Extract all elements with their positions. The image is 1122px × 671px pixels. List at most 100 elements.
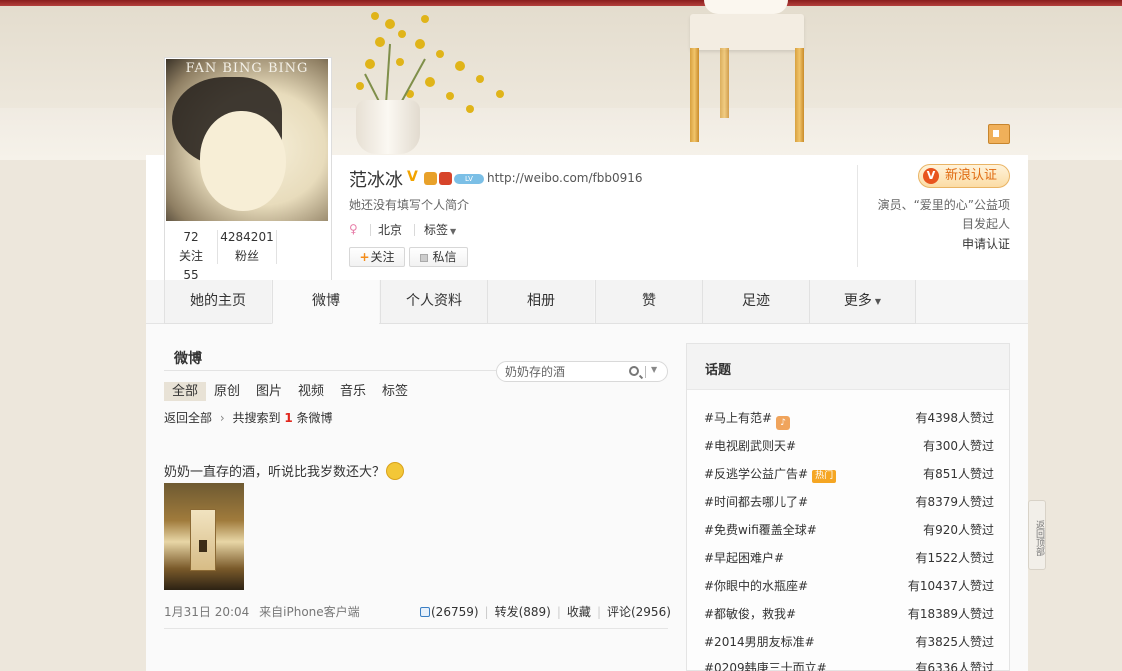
topic-item[interactable]: #免费wifi覆盖全球# 有920人赞过 [704,521,994,541]
topic-item[interactable]: #你眼中的水瓶座# 有10437人赞过 [704,577,994,597]
topic-name[interactable]: #时间都去哪儿了# [704,493,808,510]
topic-item[interactable]: #早起困难户# 有1522人赞过 [704,549,994,569]
search-breadcrumb: 返回全部 › 共搜索到 1 条微博 [164,409,333,426]
topic-item[interactable]: #都敏俊，救我# 有18389人赞过 [704,605,994,625]
topic-name[interactable]: #电视剧武则天# [704,437,796,454]
topic-count: 有3825人赞过 [915,635,994,649]
avatar-text: FAN BING BING [185,61,309,76]
stat-following[interactable]: 72 关注 [166,228,216,266]
member-icon[interactable] [424,172,437,185]
chevron-down-icon: ▼ [450,227,457,236]
topic-count: 有300人赞过 [923,439,994,453]
filter-music[interactable]: 音乐 [340,382,366,401]
repost-button[interactable]: 转发(889) [495,605,551,619]
topic-item[interactable]: #2014男朋友标准# 有3825人赞过 [704,633,994,653]
profile-card-icon[interactable] [988,124,1010,144]
like-button[interactable]: (26759) [420,605,479,619]
plus-icon: + [359,250,370,264]
search-icon[interactable] [629,366,639,376]
apply-verify-link[interactable]: 申请认证 [940,235,1010,252]
profile-url[interactable]: http://weibo.com/fbb0916 [487,171,643,185]
topic-count: 有851人赞过 [923,467,994,481]
post-content: 奶奶一直存的酒，听说比我岁数还大？ [164,465,386,480]
tab-profile-info[interactable]: 个人资料 [380,280,487,324]
post-divider [164,628,668,629]
filter-video[interactable]: 视频 [298,382,324,401]
avatar-face [200,111,286,211]
feed-search[interactable]: 奶奶存的酒 ▼ [496,361,668,382]
stool [690,14,804,50]
stool-leg [690,48,699,142]
verify-desc-line1: 演员、“爱里的心”公益项 [877,198,1010,212]
tab-footprint[interactable]: 足迹 [702,280,809,324]
post-image[interactable] [164,483,244,590]
back-to-all-link[interactable]: 返回全部 [164,411,212,425]
post-time[interactable]: 1月31日 20:04 [164,605,249,619]
tab-home[interactable]: 她的主页 [164,280,271,324]
topic-name[interactable]: #都敏俊，救我# [704,605,796,622]
tab-more[interactable]: 更多 ▼ [809,280,916,324]
search-input[interactable]: 奶奶存的酒 [505,363,565,380]
search-divider [645,366,646,378]
topic-name[interactable]: #你眼中的水瓶座# [704,577,808,594]
chevron-down-icon: ▼ [874,297,882,306]
level-icon[interactable]: LV [454,174,484,184]
topic-item[interactable]: #马上有范# ♪ 有4398人赞过 [704,409,994,430]
result-prefix: 共搜索到 [232,411,281,425]
chevron-down-icon[interactable]: ▼ [651,365,657,374]
tab-album[interactable]: 相册 [487,280,594,324]
comment-button[interactable]: 评论(2956) [607,605,671,619]
back-to-top-button[interactable]: 返回顶部 [1028,500,1046,570]
follow-button-label: 关注 [370,250,395,264]
topic-item[interactable]: #时间都去哪儿了# 有8379人赞过 [704,493,994,513]
topics-header: 话题 [687,344,1009,390]
message-icon [420,254,429,262]
filter-all[interactable]: 全部 [164,382,207,401]
profile-intro: 她还没有填写个人简介 [349,198,470,212]
topic-name[interactable]: #反逃学公益广告# [704,467,808,481]
topic-name[interactable]: #早起困难户# [704,549,784,566]
topic-name[interactable]: #0209韩庚三十而立# [704,659,827,671]
medal-icon[interactable] [439,172,452,185]
topics-panel: 话题 #马上有范# ♪ 有4398人赞过 #电视剧武则天# 有300人赞过 #反逃学公… [686,343,1010,671]
tab-album-label: 相册 [527,293,555,309]
verify-description: 演员、“爱里的心”公益项 目发起人 [860,196,1010,234]
tab-weibo[interactable]: 微博 [272,280,379,324]
follow-button[interactable]: +关注 [349,247,405,267]
result-suffix: 条微博 [296,411,333,425]
topic-name[interactable]: #2014男朋友标准# [704,633,815,650]
tab-likes-label: 赞 [642,293,656,309]
divider [370,224,371,236]
stat-fans-label: 粉丝 [234,249,259,263]
topic-count: 有920人赞过 [923,523,994,537]
topic-item[interactable]: #反逃学公益广告# 热门 有851人赞过 [704,465,994,485]
sina-verify-button[interactable]: V 新浪认证 [918,164,1010,188]
tab-footprint-label: 足迹 [742,293,770,309]
chevron-right-icon: › [219,411,225,425]
filter-original[interactable]: 原创 [214,382,240,401]
tab-profile-info-label: 个人资料 [406,293,462,309]
tab-likes[interactable]: 赞 [595,280,702,324]
like-count: (26759) [431,605,479,619]
stat-fans[interactable]: 4284201 粉丝 [220,228,274,266]
favorite-button[interactable]: 收藏 [567,605,591,619]
topic-count: 有8379人赞过 [915,495,994,509]
feed-title: 微博 [174,351,202,367]
thumbs-up-icon [420,607,430,617]
topic-name[interactable]: #免费wifi覆盖全球# [704,521,817,538]
divider: | [556,605,561,619]
filter-tags[interactable]: 标签 [382,382,408,401]
divider [414,224,415,236]
filter-images[interactable]: 图片 [256,382,282,401]
topic-name[interactable]: #马上有范# [704,411,772,425]
topic-item[interactable]: #0209韩庚三十而立# 有6336人赞过 [704,659,994,671]
avatar[interactable]: FAN BING BING [166,59,328,221]
topic-item[interactable]: #电视剧武则天# 有300人赞过 [704,437,994,457]
post-meta: 1月31日 20:04 来自iPhone客户端 [164,603,360,620]
tags-dropdown[interactable]: 标签 ▼ [424,221,456,238]
emoji-icon [386,462,405,480]
result-count: 1 [284,411,293,425]
tab-more-label: 更多 [843,293,872,309]
stool-leg [795,48,804,142]
message-button[interactable]: 私信 [409,247,468,267]
